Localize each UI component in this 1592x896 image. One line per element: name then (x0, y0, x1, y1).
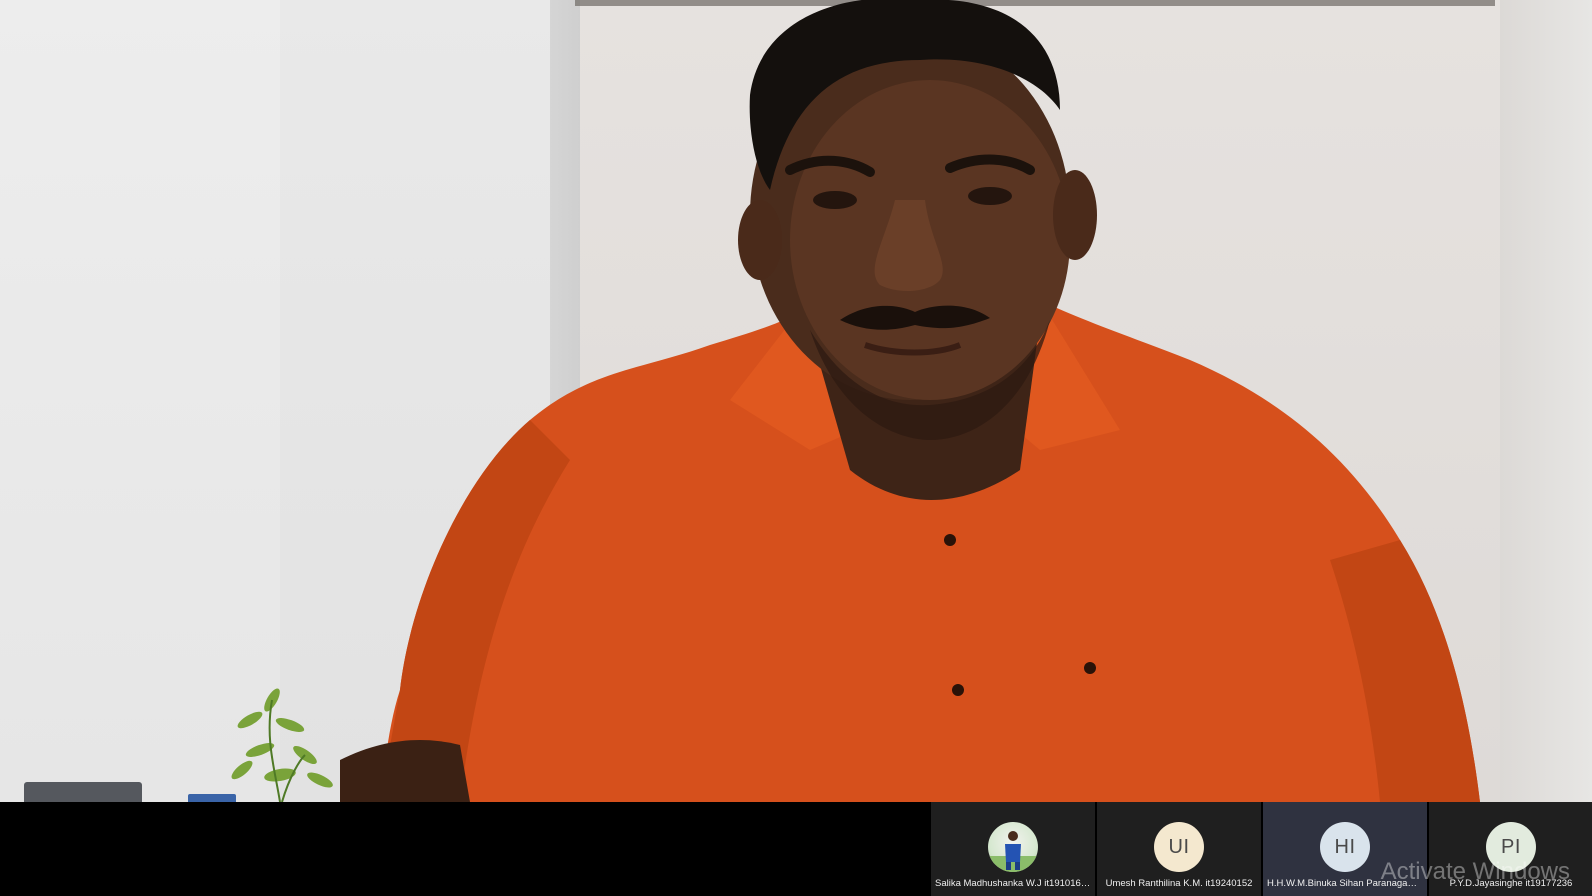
participant-tile[interactable]: UI Umesh Ranthilina K.M. it19240152 (1097, 802, 1261, 896)
plant-object (231, 688, 333, 802)
participant-person (340, 0, 1480, 802)
participant-name: Salika Madhushanka W.J it19101620 (935, 878, 1091, 889)
participant-strip: Salika Madhushanka W.J it19101620 UI Ume… (0, 802, 1592, 896)
participant-avatar-photo (988, 822, 1038, 872)
participant-avatar: UI (1154, 822, 1204, 872)
participant-tile[interactable]: PI P.Y.D.Jayasinghe it19177236 (1429, 802, 1592, 896)
participant-name: H.H.W.M.Binuka Sihan Paranagama... (1267, 878, 1423, 889)
person-photo-icon (988, 831, 1038, 872)
participant-avatar: HI (1320, 822, 1370, 872)
participant-tile[interactable]: Salika Madhushanka W.J it19101620 (931, 802, 1095, 896)
participant-tile[interactable]: HI H.H.W.M.Binuka Sihan Paranagama... (1263, 802, 1427, 896)
participant-avatar: PI (1486, 822, 1536, 872)
main-video-feed[interactable] (0, 0, 1592, 802)
laptop-object (24, 782, 142, 802)
participant-name: Umesh Ranthilina K.M. it19240152 (1105, 878, 1253, 889)
participant-name: P.Y.D.Jayasinghe it19177236 (1449, 878, 1573, 889)
